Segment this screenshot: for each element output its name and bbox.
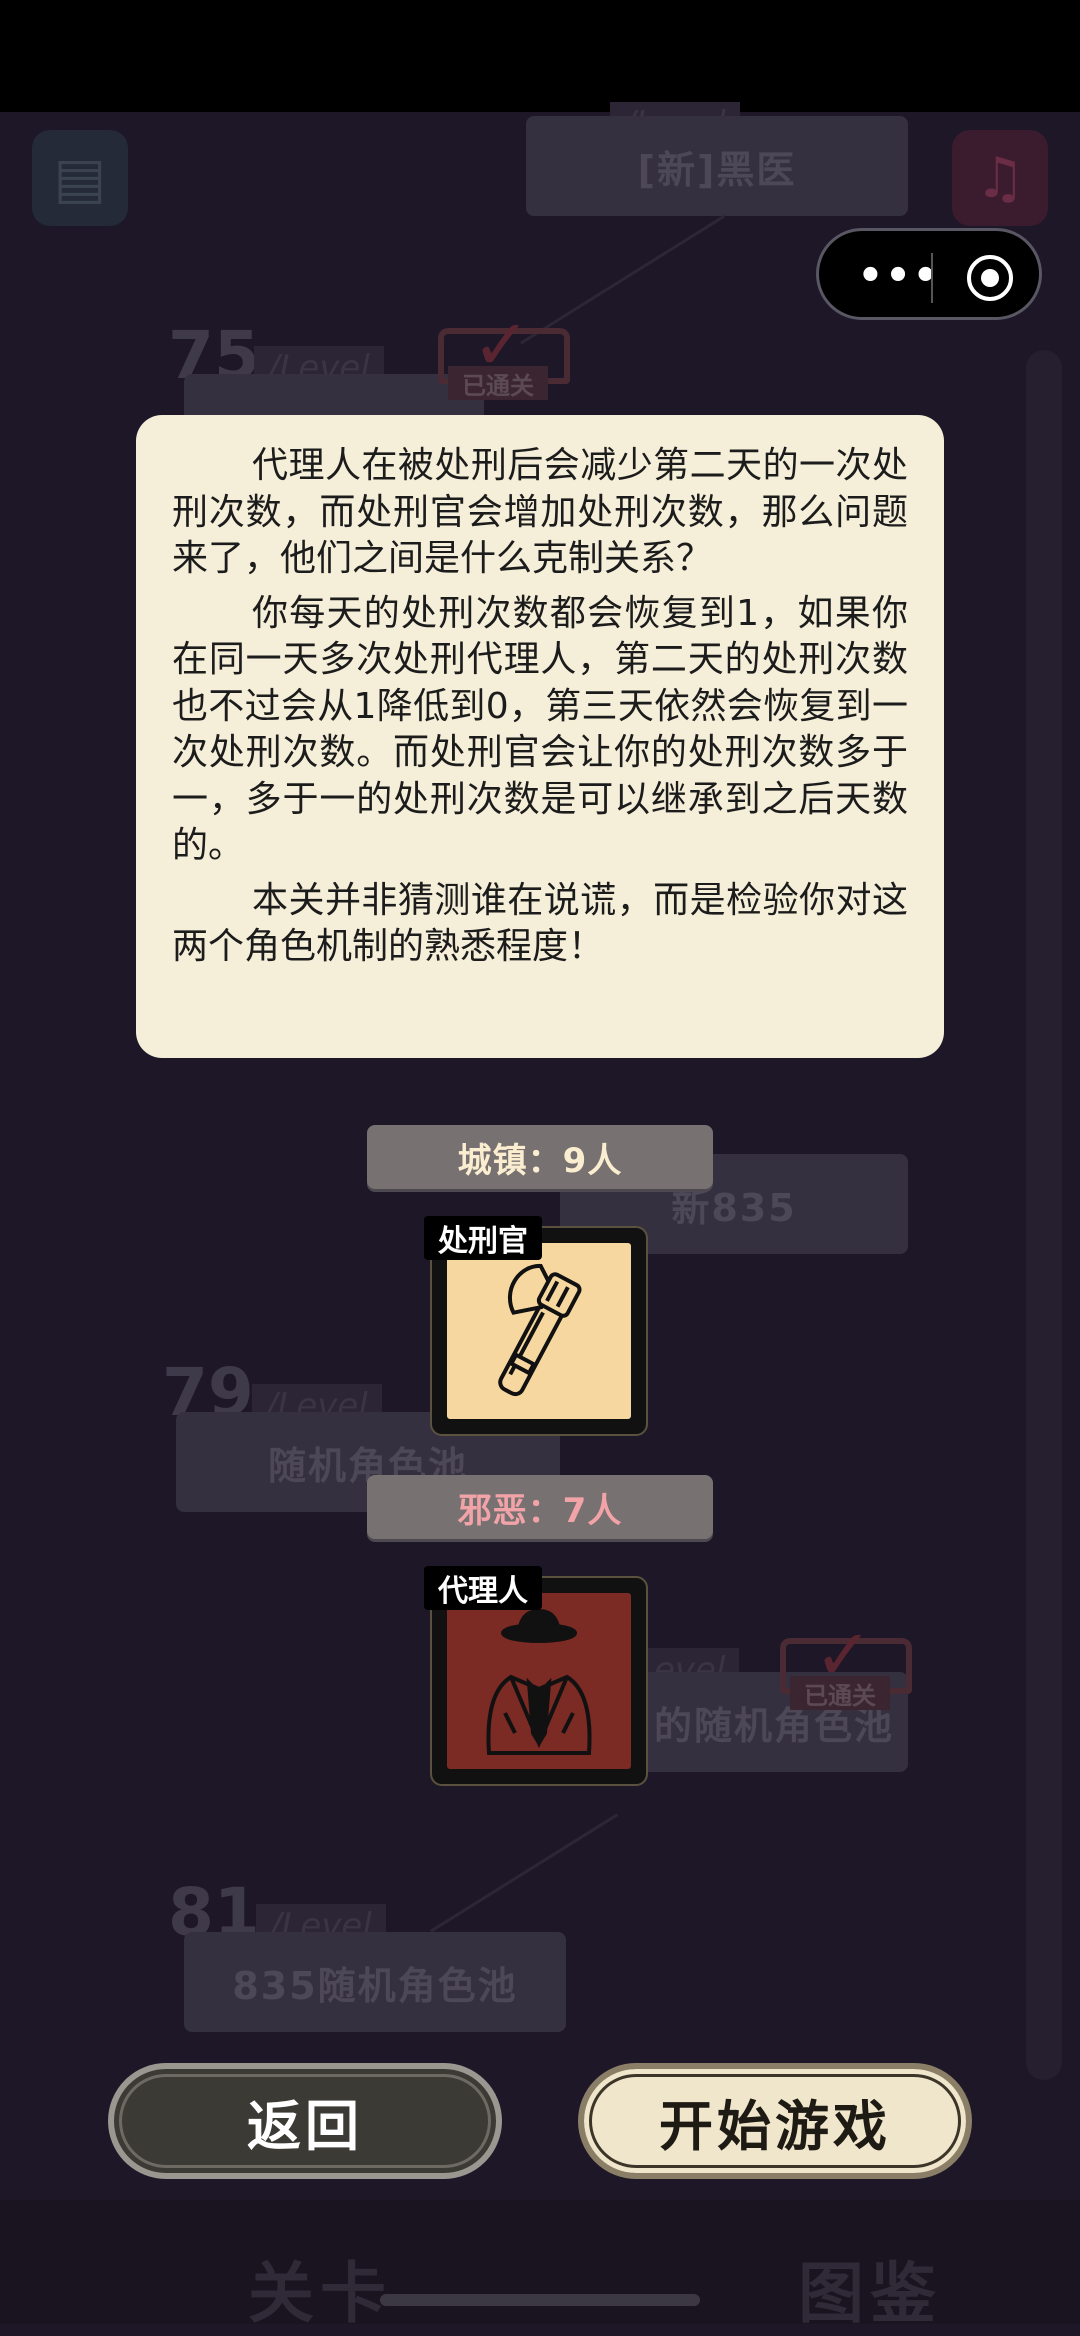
status-bar bbox=[0, 0, 1080, 112]
scrollbar[interactable] bbox=[1026, 350, 1062, 2080]
capsule-divider bbox=[931, 253, 933, 303]
executioner-role-label: 处刑官 bbox=[424, 1216, 542, 1260]
level-card: 835随机角色池 bbox=[184, 1932, 566, 2032]
hint-paragraph: 代理人在被处刑后会减少第二天的一次处刑次数，而处刑官会增加处刑次数，那么问题来了… bbox=[172, 445, 908, 579]
tab-levels[interactable]: 关卡 bbox=[248, 2240, 392, 2336]
agent-role-label: 代理人 bbox=[424, 1566, 542, 1610]
level-hint-popup: 代理人在被处刑后会减少第二天的一次处刑次数，而处刑官会增加处刑次数，那么问题来了… bbox=[136, 415, 944, 1058]
close-target-icon[interactable] bbox=[965, 253, 1015, 303]
cleared-stamp: ✓ 已通关 bbox=[428, 304, 570, 400]
start-game-button[interactable]: 开始游戏 bbox=[578, 2063, 972, 2179]
back-button[interactable]: 返回 bbox=[108, 2063, 502, 2179]
level-card: [新]黑医 bbox=[526, 116, 908, 216]
more-menu-button[interactable]: ••• bbox=[849, 251, 949, 301]
home-indicator[interactable] bbox=[380, 2294, 700, 2306]
axe-icon bbox=[498, 1263, 582, 1397]
cleared-stamp: ✓ 已通关 bbox=[770, 1614, 912, 1710]
hint-paragraph: 你每天的处刑次数都会恢复到1，如果你在同一天多次处刑代理人，第二天的处刑次数也不… bbox=[172, 592, 908, 867]
document-icon: ▤ bbox=[53, 145, 107, 211]
miniprogram-capsule: ••• bbox=[816, 228, 1042, 320]
suited-agent-icon bbox=[486, 1608, 592, 1755]
music-button[interactable]: ♫ bbox=[952, 130, 1048, 226]
evil-faction-banner: 邪恶：7人 bbox=[367, 1475, 713, 1539]
town-faction-banner: 城镇：9人 bbox=[367, 1125, 713, 1189]
music-note-icon: ♫ bbox=[974, 145, 1026, 211]
hint-paragraph: 本关并非猜测谁在说谎，而是检验你对这两个角色机制的熟悉程度！ bbox=[172, 879, 908, 968]
tab-codex[interactable]: 图鉴 bbox=[798, 2240, 942, 2336]
notes-button[interactable]: ▤ bbox=[32, 130, 128, 226]
path-line bbox=[430, 1813, 619, 1933]
